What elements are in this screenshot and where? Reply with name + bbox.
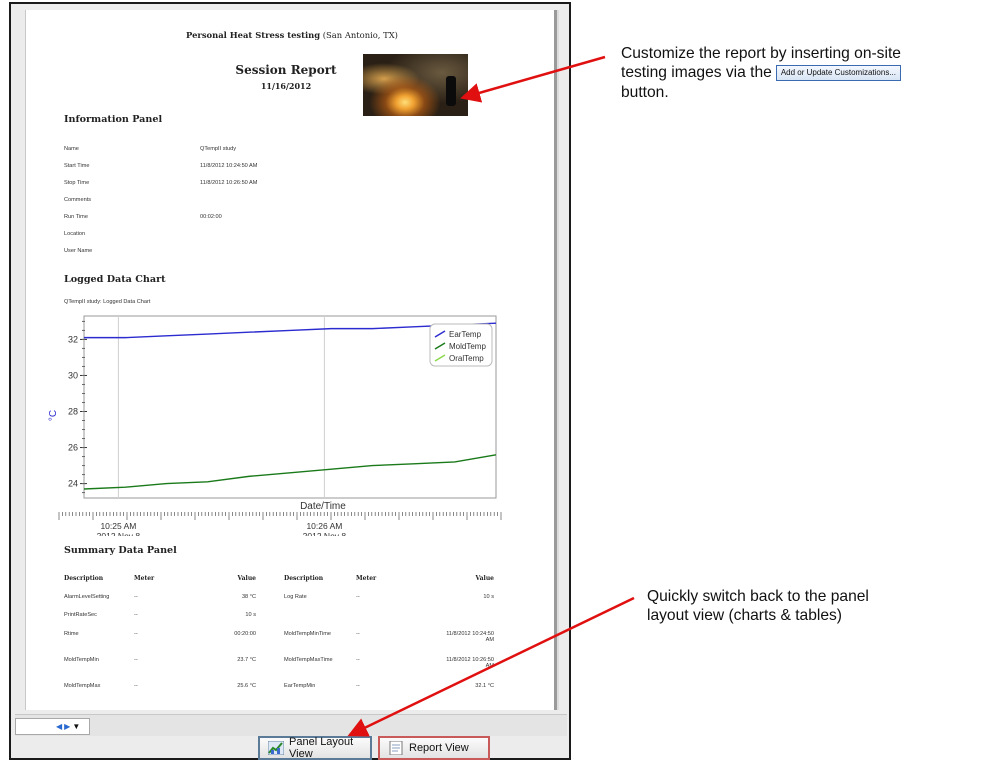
- annotation-arrows: [347, 55, 635, 737]
- arrow-to-panel-button: [347, 596, 635, 737]
- arrow-to-photo: [460, 55, 606, 103]
